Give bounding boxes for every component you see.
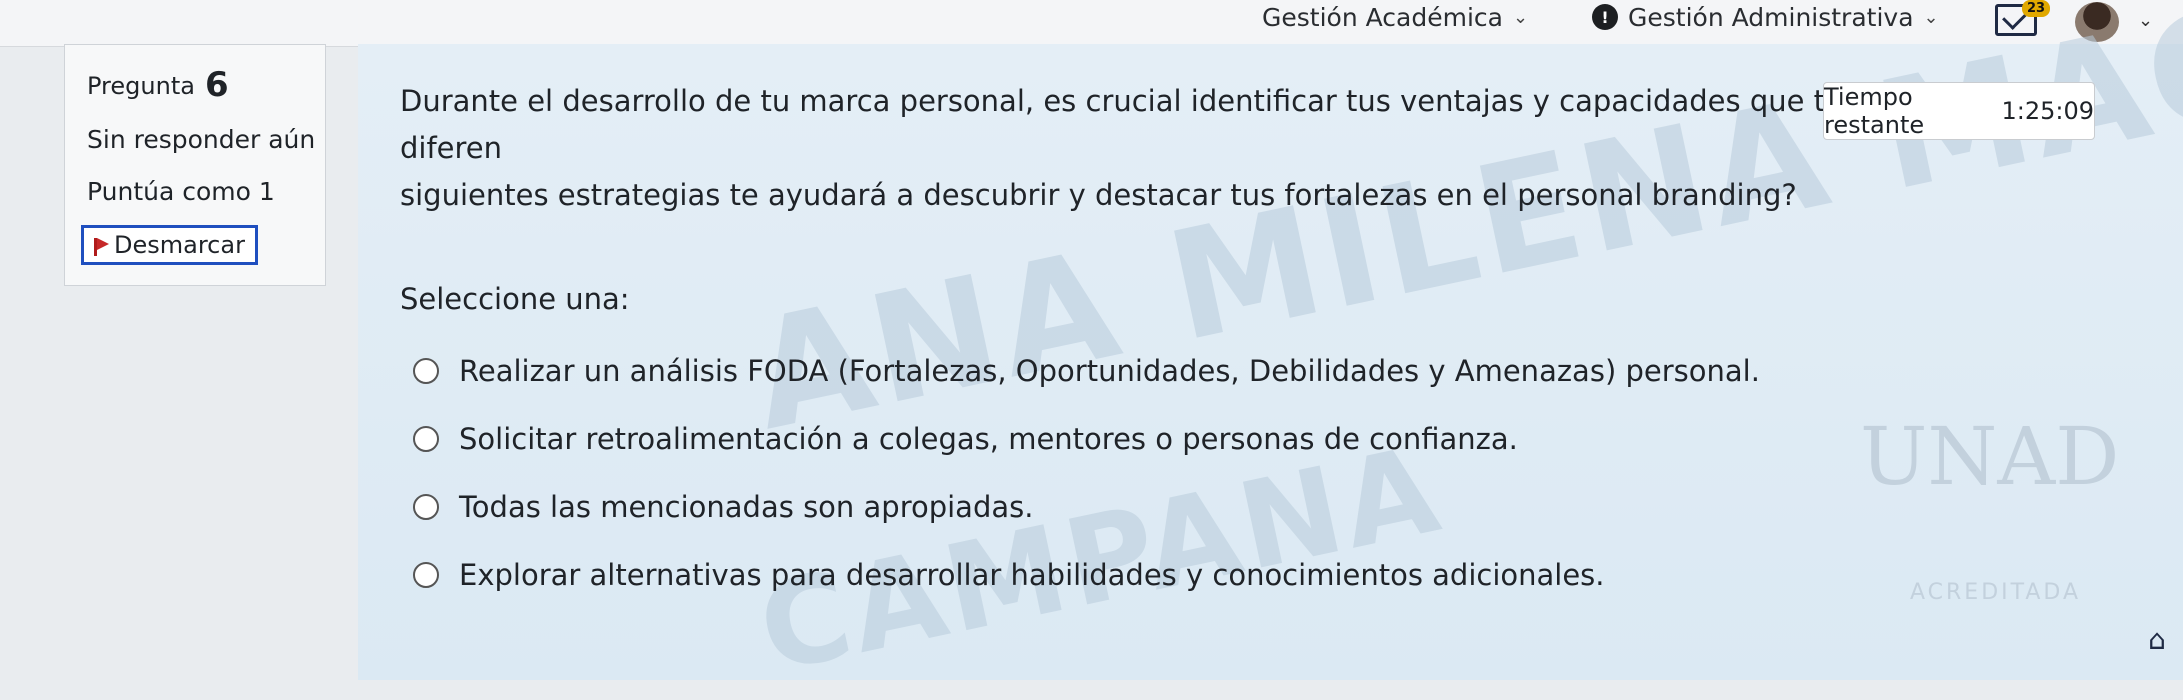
info-icon: ! <box>1592 4 1618 30</box>
question-label: Pregunta <box>87 72 195 100</box>
question-text-line1: Durante el desarrollo de tu marca person… <box>400 84 1843 165</box>
answer-option-b[interactable]: Solicitar retroalimentación a colegas, m… <box>413 422 1518 456</box>
chevron-down-icon: ⌄ <box>1923 6 1939 28</box>
flag-icon <box>94 238 109 256</box>
accreditation-watermark: ACREDITADA <box>1910 580 2082 605</box>
answer-option-a[interactable]: Realizar un análisis FODA (Fortalezas, O… <box>413 354 1760 388</box>
flag-label: Desmarcar <box>114 231 245 259</box>
timer-box: Tiempo restante 1:25:09 <box>1823 82 2095 140</box>
option-text: Realizar un análisis FODA (Fortalezas, O… <box>459 354 1760 388</box>
option-text: Explorar alternativas para desarrollar h… <box>459 558 1605 592</box>
arrow-up-icon[interactable]: ⌂ <box>2140 622 2174 656</box>
question-text: Durante el desarrollo de tu marca person… <box>400 78 1880 219</box>
mail-count-badge: 23 <box>2022 0 2051 17</box>
timer-value: 1:25:09 <box>2001 97 2094 125</box>
radio-button[interactable] <box>413 562 439 588</box>
unad-logo-watermark: UNAD <box>1860 410 2120 503</box>
question-info-panel: Pregunta 6 Sin responder aún Puntúa como … <box>64 44 326 286</box>
question-text-line2: siguientes estrategias te ayudará a desc… <box>400 178 1797 212</box>
nav-label-academica: Gestión Académica <box>1262 2 1503 32</box>
chevron-down-icon: ⌄ <box>1512 6 1529 28</box>
question-grade: Puntúa como 1 <box>87 177 275 206</box>
nav-gestion-academica[interactable]: Gestión Académica ⌄ <box>1262 0 1528 34</box>
select-one-label: Seleccione una: <box>400 282 630 316</box>
radio-button[interactable] <box>413 426 439 452</box>
option-text: Solicitar retroalimentación a colegas, m… <box>459 422 1518 456</box>
radio-button[interactable] <box>413 494 439 520</box>
nav-label-administrativa: Gestión Administrativa <box>1628 2 1914 32</box>
radio-button[interactable] <box>413 358 439 384</box>
nav-gestion-administrativa[interactable]: ! Gestión Administrativa ⌄ <box>1592 0 1939 34</box>
top-navigation-bar: Gestión Académica ⌄ ! Gestión Administra… <box>0 0 2183 47</box>
question-state: Sin responder aún <box>87 125 316 154</box>
question-number: Pregunta 6 <box>87 65 229 105</box>
answer-option-d[interactable]: Explorar alternativas para desarrollar h… <box>413 558 1605 592</box>
question-number-value: 6 <box>204 65 229 105</box>
unflag-button[interactable]: Desmarcar <box>81 225 258 265</box>
option-text: Todas las mencionadas son apropiadas. <box>459 490 1034 524</box>
watermark-name: ANA MILENA MACHADO <box>738 0 2183 465</box>
timer-label: Tiempo restante <box>1824 83 1925 139</box>
answer-option-c[interactable]: Todas las mencionadas son apropiadas. <box>413 490 1033 524</box>
